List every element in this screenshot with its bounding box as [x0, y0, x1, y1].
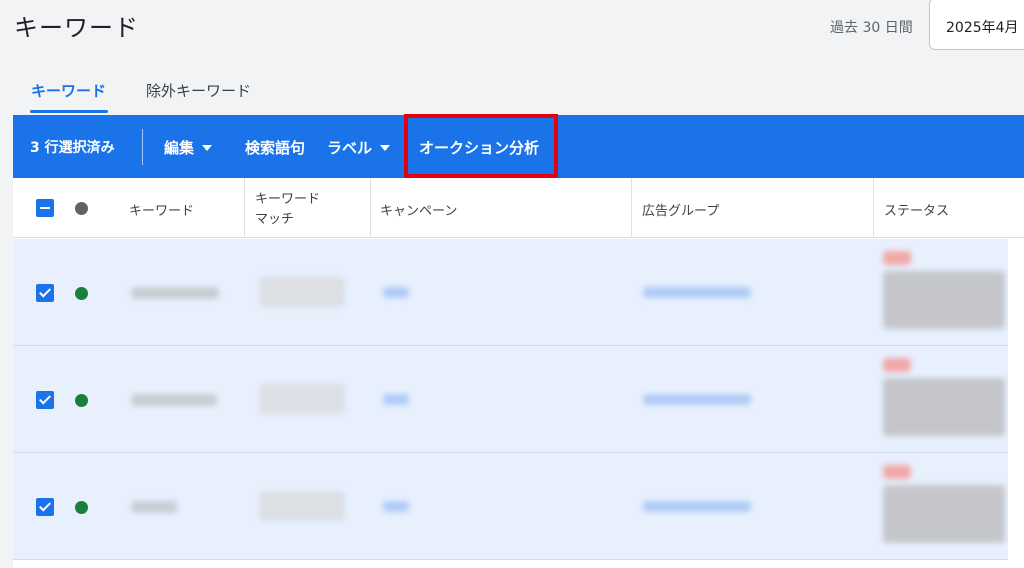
- column-header-status[interactable]: ステータス: [884, 200, 949, 219]
- status-detail: [883, 485, 1005, 543]
- status-detail: [883, 271, 1005, 329]
- page-title: キーワード: [14, 14, 139, 42]
- table-row[interactable]: [13, 453, 1024, 560]
- date-range-label[interactable]: 過去 30 日間: [830, 17, 913, 37]
- column-header-match-type[interactable]: キーワード マッチ: [255, 190, 320, 230]
- check-icon: [38, 285, 52, 298]
- tab-active-underline: [30, 110, 108, 113]
- scroll-edge: [1008, 238, 1024, 568]
- col-divider: [873, 178, 874, 238]
- search-terms-button[interactable]: 検索語句: [245, 137, 305, 158]
- edit-menu-button[interactable]: 編集: [164, 137, 213, 158]
- highlight-box: [404, 114, 558, 178]
- col-divider: [370, 178, 371, 238]
- match-type-line-1: キーワード: [255, 192, 321, 207]
- row-checkbox[interactable]: [36, 498, 54, 516]
- chevron-down-icon: [380, 144, 391, 151]
- enabled-status-dot-icon: [75, 501, 88, 514]
- selected-count: 3 行選択済み: [30, 140, 115, 156]
- check-icon: [38, 392, 52, 405]
- status-badge: [883, 465, 911, 479]
- enabled-status-dot-icon: [75, 287, 88, 300]
- table-row[interactable]: [13, 346, 1024, 453]
- ad-group-link[interactable]: [643, 394, 751, 405]
- date-picker-value: 2025年4月: [946, 20, 1019, 36]
- bulk-action-bar: 3 行選択済み 編集 検索語句 ラベル オークション分析: [13, 114, 1024, 178]
- keywords-table: キーワード キーワード マッチ キャンペーン 広告グループ ステータス: [13, 178, 1024, 568]
- edit-label: 編集: [164, 139, 195, 157]
- label-label: ラベル: [327, 139, 373, 157]
- match-type-cell: [259, 277, 345, 307]
- keyword-cell[interactable]: [131, 394, 217, 406]
- status-badge: [883, 358, 911, 372]
- ad-group-link[interactable]: [643, 287, 751, 298]
- keyword-cell[interactable]: [131, 287, 219, 299]
- enabled-status-dot-icon: [75, 394, 88, 407]
- row-checkbox[interactable]: [36, 284, 54, 302]
- row-checkbox[interactable]: [36, 391, 54, 409]
- campaign-link[interactable]: [383, 501, 409, 512]
- minus-icon: [40, 207, 50, 209]
- match-type-cell: [259, 384, 345, 414]
- tab-negative-keywords[interactable]: 除外キーワード: [146, 80, 251, 101]
- keyword-cell[interactable]: [131, 501, 177, 513]
- status-badge: [883, 251, 911, 265]
- label-menu-button[interactable]: ラベル: [327, 137, 391, 158]
- col-divider: [631, 178, 632, 238]
- status-dot-header-icon: [75, 202, 88, 215]
- select-all-checkbox[interactable]: [36, 199, 54, 217]
- column-header-campaign[interactable]: キャンペーン: [380, 200, 457, 219]
- column-header-ad-group[interactable]: 広告グループ: [642, 200, 719, 219]
- tab-keywords[interactable]: キーワード: [31, 80, 106, 101]
- status-detail: [883, 378, 1005, 436]
- ad-group-link[interactable]: [643, 501, 751, 512]
- table-header-row: キーワード キーワード マッチ キャンペーン 広告グループ ステータス: [13, 178, 1024, 238]
- date-picker[interactable]: 2025年4月: [929, 0, 1024, 50]
- table-row[interactable]: [13, 239, 1024, 346]
- match-type-line-2: マッチ: [255, 212, 295, 227]
- chevron-down-icon: [202, 144, 213, 151]
- column-header-keyword[interactable]: キーワード: [129, 200, 194, 219]
- action-bar-divider: [142, 129, 143, 165]
- col-divider: [244, 178, 245, 238]
- match-type-cell: [259, 491, 345, 521]
- campaign-link[interactable]: [383, 287, 409, 298]
- check-icon: [38, 499, 52, 512]
- campaign-link[interactable]: [383, 394, 409, 405]
